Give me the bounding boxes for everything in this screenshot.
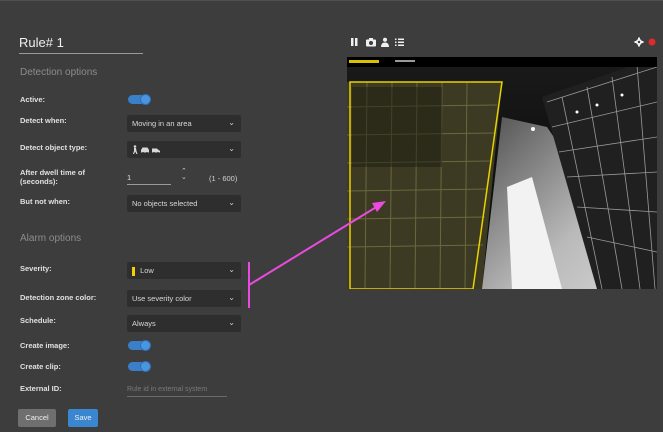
car-icon (141, 147, 149, 154)
camera-view[interactable] (347, 57, 657, 289)
video-toolbar (351, 37, 409, 49)
alarm-options-heading: Alarm options (20, 233, 82, 244)
external-id-input[interactable]: Rule id in external system (127, 386, 227, 397)
schedule-label: Schedule: (20, 316, 56, 325)
create-image-toggle[interactable] (128, 340, 151, 351)
active-toggle[interactable] (128, 94, 151, 105)
camera-logo (349, 60, 379, 63)
zone-color-select[interactable]: Use severity color ⌄ (127, 290, 241, 307)
dwell-range-hint: (1 - 600) (209, 174, 238, 183)
person-icon (132, 145, 138, 154)
list-icon (395, 38, 404, 46)
detection-options-heading: Detection options (20, 67, 98, 78)
camera-image (347, 57, 657, 289)
dwell-time-input[interactable]: 1 (127, 173, 171, 185)
object-type-label: Detect object type: (20, 143, 88, 152)
chevron-down-icon: ⌄ (228, 265, 235, 274)
zone-color-value: Use severity color (132, 294, 192, 303)
schedule-select[interactable]: Always ⌄ (127, 315, 241, 332)
save-button[interactable]: Save (68, 409, 98, 427)
chevron-down-icon[interactable]: ⌄ (181, 174, 187, 181)
camera-icon (366, 38, 376, 47)
person-icon (381, 37, 389, 47)
not-when-label: But not when: (20, 197, 70, 206)
severity-value: Low (140, 266, 154, 275)
toggle-knob (140, 94, 151, 105)
object-type-select[interactable]: ⌄ (127, 141, 241, 158)
video-toolbar-icons (351, 37, 404, 47)
detect-when-label: Detect when: (20, 116, 67, 125)
dwell-label-line1: After dwell time of (20, 168, 86, 177)
dwell-label-line2: (seconds): (20, 177, 58, 186)
vehicle-icon (152, 148, 160, 154)
gear-icon (634, 37, 644, 47)
pause-icon (351, 38, 358, 46)
record-dot-icon (648, 38, 656, 46)
rule-title-input[interactable]: Rule# 1 (19, 35, 143, 54)
detect-when-select[interactable]: Moving in an area ⌄ (127, 115, 241, 132)
video-right-icon-set (634, 37, 656, 47)
toggle-knob (140, 361, 151, 372)
severity-color-swatch (132, 266, 135, 276)
active-label: Active: (20, 95, 46, 104)
create-clip-toggle[interactable] (128, 361, 151, 372)
chevron-down-icon: ⌄ (228, 118, 235, 127)
severity-select[interactable]: Low ⌄ (127, 262, 241, 279)
not-when-value: No objects selected (132, 199, 198, 208)
chevron-down-icon: ⌄ (228, 293, 235, 302)
cancel-button[interactable]: Cancel (18, 409, 56, 427)
chevron-down-icon: ⌄ (228, 318, 235, 327)
create-clip-label: Create clip: (20, 362, 61, 371)
external-id-label: External ID: (20, 384, 62, 393)
chevron-down-icon: ⌄ (228, 198, 235, 207)
dwell-stepper[interactable]: ⌃ ⌄ (181, 168, 187, 181)
dwell-time-label: After dwell time of (seconds): (20, 168, 85, 186)
video-right-icons (634, 37, 658, 49)
severity-label: Severity: (20, 264, 52, 273)
zone-color-label: Detection zone color: (20, 293, 97, 302)
detect-when-value: Moving in an area (132, 119, 192, 128)
toggle-knob (140, 340, 151, 351)
create-image-label: Create image: (20, 341, 70, 350)
schedule-value: Always (132, 319, 156, 328)
object-type-icons (132, 145, 160, 154)
not-when-select[interactable]: No objects selected ⌄ (127, 195, 241, 212)
rule-editor: Rule# 1 Detection options Active: Detect… (0, 0, 663, 432)
chevron-down-icon: ⌄ (228, 144, 235, 153)
